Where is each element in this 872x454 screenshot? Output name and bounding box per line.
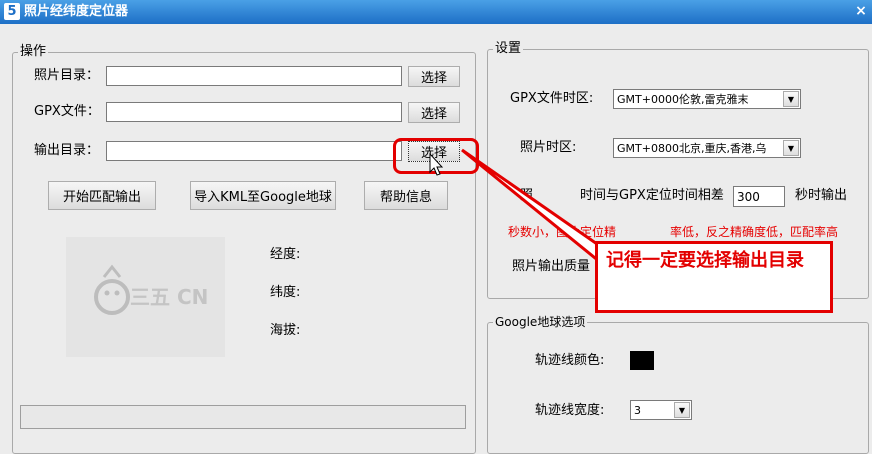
google-earth-legend: Google地球选项 — [493, 314, 588, 330]
chevron-down-icon[interactable]: ▼ — [674, 402, 690, 418]
operation-legend: 操作 — [18, 44, 49, 60]
help-button[interactable]: 帮助信息 — [364, 181, 448, 210]
gpx-file-label: GPX文件： — [34, 104, 100, 119]
gpx-file-input[interactable] — [106, 102, 402, 122]
app-icon: 5 — [4, 3, 20, 20]
track-color-label: 轨迹线颜色: — [535, 353, 605, 368]
photo-dir-choose-button[interactable]: 选择 — [408, 66, 460, 87]
track-width-select[interactable]: 3 ▼ — [630, 400, 692, 420]
track-color-swatch[interactable] — [630, 351, 654, 370]
progress-bar — [20, 405, 466, 429]
time-diff-label: 时间与GPX定位时间相差 — [580, 188, 724, 203]
window-title: 照片经纬度定位器 — [24, 4, 129, 19]
google-earth-group — [487, 322, 869, 454]
track-width-label: 轨迹线宽度: — [535, 403, 605, 418]
output-dir-label: 输出目录： — [34, 143, 100, 158]
accuracy-hint-start: 秒数小，图片定位精 — [508, 225, 617, 239]
altitude-label: 海拔: — [270, 323, 301, 338]
annotation-callout: 记得一定要选择输出目录 — [595, 241, 833, 313]
output-dir-input[interactable] — [106, 141, 402, 161]
photo-timezone-select[interactable]: GMT+0800北京,重庆,香港,乌 ▼ — [613, 138, 801, 158]
time-diff-input[interactable] — [733, 186, 785, 207]
photo-dir-label: 照片目录： — [34, 68, 100, 83]
time-diff-suffix: 秒时输出 — [795, 188, 848, 203]
close-icon[interactable]: × — [852, 2, 870, 20]
gpx-timezone-select[interactable]: GMT+0000伦敦,雷克雅末 ▼ — [613, 89, 801, 109]
annotation-highlight-ring — [393, 138, 479, 174]
photo-timezone-label: 照片时区: — [520, 140, 577, 155]
chevron-down-icon[interactable]: ▼ — [783, 91, 799, 107]
gpx-timezone-value: GMT+0000伦敦,雷克雅末 — [617, 93, 749, 106]
chevron-down-icon[interactable]: ▼ — [783, 140, 799, 156]
photo-dir-input[interactable] — [106, 66, 402, 86]
logo-text: 三五 CN — [130, 285, 209, 309]
longitude-label: 经度: — [270, 247, 301, 262]
accuracy-hint-end: 率低，反之精确度低，匹配率高 — [670, 225, 839, 239]
latitude-label: 纬度: — [270, 285, 301, 300]
export-kml-button[interactable]: 导入KML至Google地球 — [190, 181, 336, 210]
photo-quality-label: 照片输出质量 — [512, 259, 591, 274]
gpx-timezone-label: GPX文件时区: — [510, 91, 594, 106]
time-diff-label-start: 照 — [520, 188, 534, 203]
start-match-button[interactable]: 开始匹配输出 — [48, 181, 156, 210]
settings-legend: 设置 — [493, 41, 524, 57]
title-bar: 5 照片经纬度定位器 × — [0, 0, 872, 24]
photo-timezone-value: GMT+0800北京,重庆,香港,乌 — [617, 142, 767, 155]
track-width-value: 3 — [634, 403, 641, 417]
logo-image: 三五 CN — [66, 237, 225, 357]
gpx-file-choose-button[interactable]: 选择 — [408, 102, 460, 123]
